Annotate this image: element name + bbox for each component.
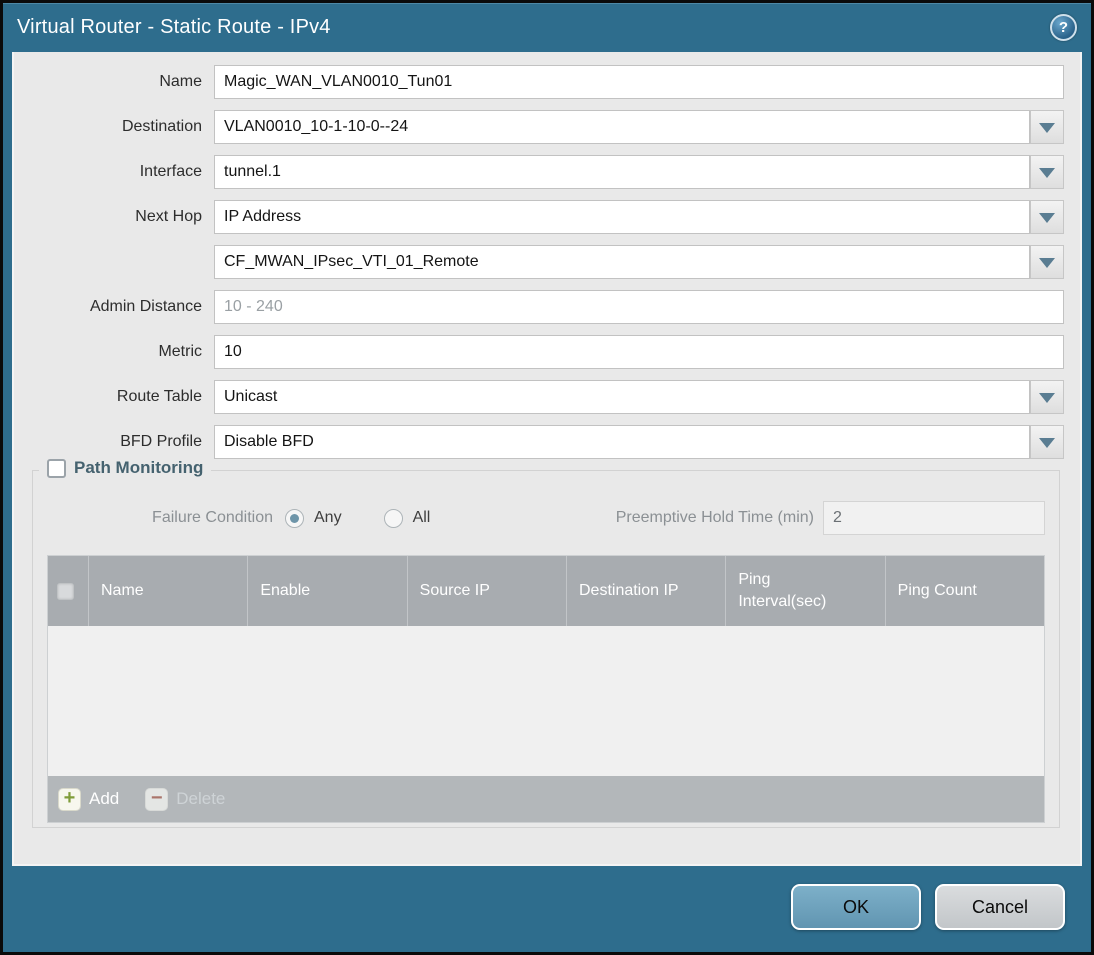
column-header-ping-count[interactable]: Ping Count xyxy=(884,556,1044,626)
radio-any-label: Any xyxy=(314,509,342,526)
path-monitoring-section: Path Monitoring Failure Condition Any Al… xyxy=(32,458,1060,828)
radio-all[interactable] xyxy=(383,508,403,528)
table-footer-bar: + Add − Delete xyxy=(48,776,1044,822)
chevron-down-icon xyxy=(1039,438,1055,448)
preemptive-hold-time-label: Preemptive Hold Time (min) xyxy=(615,509,814,526)
interface-input[interactable] xyxy=(214,155,1030,189)
preemptive-hold-time-group: Preemptive Hold Time (min) xyxy=(616,501,1045,535)
name-input[interactable] xyxy=(214,65,1064,99)
next-hop-address-dropdown-button[interactable] xyxy=(1030,245,1064,279)
column-header-destination-ip[interactable]: Destination IP xyxy=(565,556,725,626)
select-all-checkbox[interactable] xyxy=(56,582,74,600)
add-button-label: Add xyxy=(89,789,120,808)
bfd-profile-row: BFD Profile xyxy=(26,425,1064,459)
dialog-footer: OK Cancel xyxy=(791,884,1065,930)
add-icon: + xyxy=(58,787,81,811)
dialog-title: Virtual Router - Static Route - IPv4 xyxy=(17,16,331,38)
column-header-enable[interactable]: Enable xyxy=(247,556,406,626)
route-table-dropdown-button[interactable] xyxy=(1030,380,1064,414)
admin-distance-label: Admin Distance xyxy=(89,298,202,315)
delete-icon: − xyxy=(145,787,169,811)
delete-button-label: Delete xyxy=(176,789,226,808)
name-label: Name xyxy=(159,73,202,90)
column-header-ping-interval[interactable]: Ping Interval(sec) xyxy=(725,556,884,626)
metric-row: Metric xyxy=(26,335,1064,369)
chevron-down-icon xyxy=(1039,123,1055,133)
interface-label: Interface xyxy=(139,163,202,180)
help-icon[interactable]: ? xyxy=(1050,14,1077,41)
ok-button[interactable]: OK xyxy=(791,884,921,930)
next-hop-address-row xyxy=(26,245,1064,279)
destination-label: Destination xyxy=(121,118,202,135)
metric-label: Metric xyxy=(158,343,202,360)
failure-condition-row: Failure Condition Any All Preemptive Hol… xyxy=(47,501,1045,535)
next-hop-type-dropdown-button[interactable] xyxy=(1030,200,1064,234)
destination-dropdown-button[interactable] xyxy=(1030,110,1064,144)
path-monitoring-checkbox[interactable] xyxy=(47,458,66,478)
next-hop-label: Next Hop xyxy=(135,208,202,225)
column-header-name[interactable]: Name xyxy=(88,556,247,626)
table-header-row: Name Enable Source IP Destination IP Pin… xyxy=(48,556,1044,626)
dialog-titlebar: Virtual Router - Static Route - IPv4 ? xyxy=(3,3,1091,52)
table-body-empty xyxy=(48,626,1044,776)
admin-distance-row: Admin Distance xyxy=(26,290,1064,324)
destination-input[interactable] xyxy=(214,110,1030,144)
next-hop-address-label xyxy=(26,245,214,279)
interface-dropdown-button[interactable] xyxy=(1030,155,1064,189)
radio-any[interactable] xyxy=(285,508,304,528)
column-header-source-ip[interactable]: Source IP xyxy=(406,556,566,626)
destination-row: Destination xyxy=(26,110,1064,144)
chevron-down-icon xyxy=(1039,258,1055,268)
cancel-button[interactable]: Cancel xyxy=(935,884,1065,930)
static-route-dialog: Virtual Router - Static Route - IPv4 ? N… xyxy=(0,0,1094,955)
admin-distance-input[interactable] xyxy=(214,290,1064,324)
add-button[interactable]: + Add xyxy=(58,787,120,811)
chevron-down-icon xyxy=(1039,393,1055,403)
delete-button[interactable]: − Delete xyxy=(145,787,226,811)
next-hop-address-input[interactable] xyxy=(214,245,1030,279)
path-monitoring-legend: Path Monitoring xyxy=(39,458,212,478)
next-hop-row: Next Hop xyxy=(26,200,1064,234)
next-hop-type-input[interactable] xyxy=(214,200,1030,234)
bfd-profile-input[interactable] xyxy=(214,425,1030,459)
interface-row: Interface xyxy=(26,155,1064,189)
route-table-input[interactable] xyxy=(214,380,1030,414)
preemptive-hold-time-input xyxy=(823,501,1045,535)
route-table-row: Route Table xyxy=(26,380,1064,414)
bfd-profile-dropdown-button[interactable] xyxy=(1030,425,1064,459)
table-header-checkbox-cell xyxy=(48,556,88,626)
path-monitoring-title: Path Monitoring xyxy=(74,458,204,477)
chevron-down-icon xyxy=(1039,213,1055,223)
radio-all-label: All xyxy=(412,509,431,526)
route-table-label: Route Table xyxy=(116,388,202,405)
bfd-profile-label: BFD Profile xyxy=(120,433,202,450)
chevron-down-icon xyxy=(1039,168,1055,178)
name-row: Name xyxy=(26,65,1064,99)
path-monitoring-table: Name Enable Source IP Destination IP Pin… xyxy=(47,555,1045,823)
dialog-body: Name Destination Interface xyxy=(12,52,1082,866)
metric-input[interactable] xyxy=(214,335,1064,369)
failure-condition-label: Failure Condition xyxy=(152,509,273,526)
